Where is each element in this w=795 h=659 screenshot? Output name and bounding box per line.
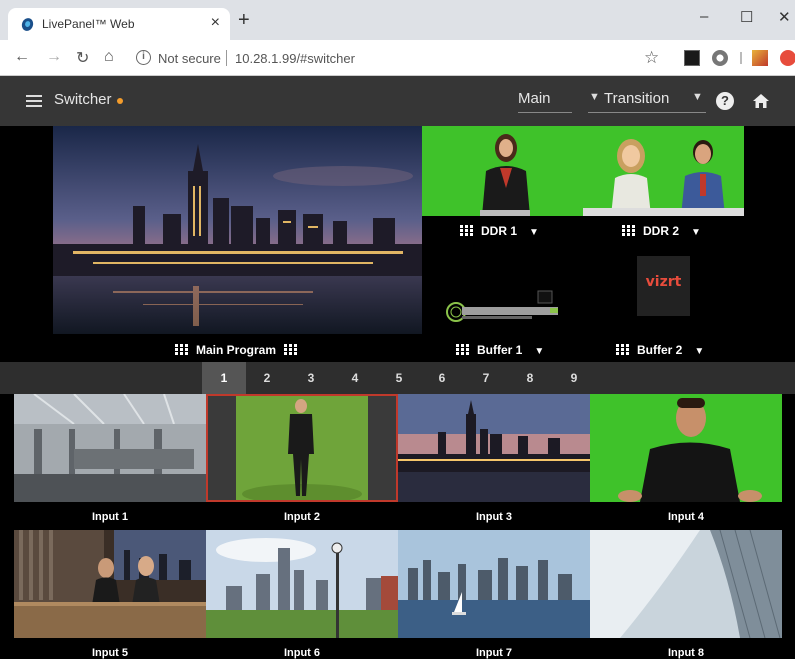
main-program-label[interactable]: Main Program xyxy=(175,343,298,357)
ddr1-label[interactable]: DDR 1 ▼ xyxy=(460,224,539,238)
buffer2-label[interactable]: Buffer 2 ▼ xyxy=(616,343,704,357)
chevron-down-icon[interactable]: ▼ xyxy=(694,346,704,357)
address-bar: ← → ↻ ⌂ i Not secure 10.28.1.99/#switche… xyxy=(0,40,795,76)
browser-tab[interactable]: LivePanel™ Web × xyxy=(8,8,230,40)
app-home-icon[interactable] xyxy=(752,92,770,110)
ddr1-monitor[interactable] xyxy=(422,126,583,216)
input-8-thumbnail[interactable] xyxy=(590,530,782,638)
star-icon[interactable]: ☆ xyxy=(644,48,659,68)
input-4-label: Input 4 xyxy=(667,511,705,523)
input-5-label: Input 5 xyxy=(91,647,129,659)
buffer2-monitor[interactable]: vizrt xyxy=(637,256,690,316)
extension-circle-icon[interactable] xyxy=(712,50,728,66)
chevron-down-icon[interactable]: ▼ xyxy=(529,227,539,238)
vizrt-logo: vizrt xyxy=(645,274,682,290)
omnibox-separator xyxy=(226,50,227,66)
page-tab-bar: 1 2 3 4 5 6 7 8 9 xyxy=(0,362,795,394)
input-1-thumbnail[interactable] xyxy=(14,394,206,502)
page-title: Switcher xyxy=(54,91,112,108)
forward-icon[interactable]: → xyxy=(46,48,62,66)
inputs-grid: Input 1 Input 2 Input 3 Input 4 Input 5 … xyxy=(0,394,795,659)
main-select-underline xyxy=(518,112,572,113)
page-tab-3[interactable]: 3 xyxy=(289,362,333,394)
transition-dropdown-icon[interactable]: ▼ xyxy=(692,91,703,103)
page-tab-5[interactable]: 5 xyxy=(377,362,421,394)
chevron-down-icon[interactable]: ▼ xyxy=(691,227,701,238)
app-header: Switcher Main ▼ Transition ▼ ? xyxy=(0,76,795,126)
browser-tab-bar: LivePanel™ Web × + – ☐ ✕ xyxy=(0,0,795,40)
page-tab-7[interactable]: 7 xyxy=(464,362,508,394)
omnibox[interactable]: i Not secure 10.28.1.99/#switcher ☆ xyxy=(132,45,670,71)
home-icon[interactable]: ⌂ xyxy=(104,48,114,66)
input-5-thumbnail[interactable] xyxy=(14,530,206,638)
grid-icon xyxy=(622,225,635,236)
security-label: Not secure xyxy=(158,51,221,66)
page-tab-1[interactable]: 1 xyxy=(202,362,246,394)
window-close-button[interactable]: ✕ xyxy=(778,8,791,26)
transition-select-underline xyxy=(588,112,706,113)
extension-tc-icon[interactable] xyxy=(684,50,700,66)
reload-icon[interactable]: ↻ xyxy=(76,48,89,68)
grid-icon xyxy=(175,344,188,355)
page-tab-9[interactable]: 9 xyxy=(552,362,596,394)
page-tab-6[interactable]: 6 xyxy=(420,362,464,394)
buffer1-monitor[interactable] xyxy=(442,286,562,326)
input-2-label: Input 2 xyxy=(283,511,321,523)
minimize-button[interactable]: – xyxy=(700,8,708,25)
tab-title: LivePanel™ Web xyxy=(42,17,135,31)
input-4-thumbnail[interactable] xyxy=(590,394,782,502)
info-icon[interactable]: i xyxy=(136,50,151,65)
input-1-label: Input 1 xyxy=(91,511,129,523)
page-tab-4[interactable]: 4 xyxy=(333,362,377,394)
input-8-label: Input 8 xyxy=(667,647,705,659)
input-3-label: Input 3 xyxy=(475,511,513,523)
input-6-label: Input 6 xyxy=(283,647,321,659)
url-text[interactable]: 10.28.1.99/#switcher xyxy=(235,51,355,66)
preview-area: Main Program DDR 1 ▼ DDR 2 ▼ Buffer 1 ▼ … xyxy=(0,126,795,362)
toolbar-separator xyxy=(740,52,742,64)
maximize-button[interactable]: ☐ xyxy=(740,8,753,26)
new-tab-button[interactable]: + xyxy=(238,10,250,30)
input-3-thumbnail[interactable] xyxy=(398,394,590,502)
transition-caret-icon[interactable]: ▼ xyxy=(589,91,600,103)
transition-select[interactable]: Transition xyxy=(604,90,669,107)
main-select[interactable]: Main xyxy=(518,90,551,107)
input-7-thumbnail[interactable] xyxy=(398,530,590,638)
hamburger-menu-icon[interactable] xyxy=(26,95,42,107)
input-2-thumbnail[interactable] xyxy=(206,394,398,502)
ddr2-monitor[interactable] xyxy=(583,126,744,216)
buffer1-label[interactable]: Buffer 1 ▼ xyxy=(456,343,544,357)
status-dot-icon xyxy=(117,98,123,104)
close-tab-icon[interactable]: × xyxy=(211,14,220,32)
help-icon[interactable]: ? xyxy=(716,92,734,110)
extension-stop-icon[interactable] xyxy=(780,50,795,66)
main-program-monitor[interactable] xyxy=(53,126,422,334)
grid-icon xyxy=(460,225,473,236)
page-tab-8[interactable]: 8 xyxy=(508,362,552,394)
input-7-label: Input 7 xyxy=(475,647,513,659)
livepanel-favicon-icon xyxy=(20,16,35,33)
grid-icon[interactable] xyxy=(284,344,298,355)
grid-icon xyxy=(616,344,629,355)
grid-icon xyxy=(456,344,469,355)
input-6-thumbnail[interactable] xyxy=(206,530,398,638)
back-icon[interactable]: ← xyxy=(14,48,30,66)
extension-hand-icon[interactable] xyxy=(752,50,768,66)
page-tab-2[interactable]: 2 xyxy=(245,362,289,394)
ddr2-label[interactable]: DDR 2 ▼ xyxy=(622,224,701,238)
chevron-down-icon[interactable]: ▼ xyxy=(534,346,544,357)
